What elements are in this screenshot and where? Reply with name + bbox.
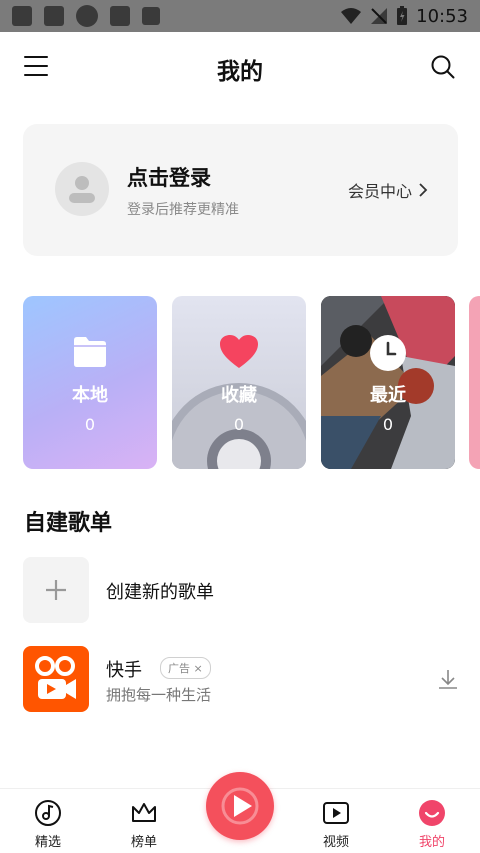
clock-text: 10:53 xyxy=(416,5,468,27)
wifi-icon xyxy=(341,8,362,24)
page-title: 我的 xyxy=(217,59,263,85)
close-icon[interactable]: × xyxy=(194,662,203,675)
video-icon xyxy=(323,802,349,824)
tile-label: 收藏 xyxy=(221,385,257,406)
nav-item-charts[interactable]: 榜单 xyxy=(114,799,174,850)
play-icon xyxy=(221,787,259,825)
add-playlist-thumb[interactable] xyxy=(23,557,89,623)
download-icon[interactable] xyxy=(437,668,459,690)
vip-center-label: 会员中心 xyxy=(347,182,412,201)
no-signal-icon xyxy=(371,8,388,24)
nav-item-featured[interactable]: 精选 xyxy=(18,799,78,850)
app-header: 我的 xyxy=(0,32,480,102)
status-bar: 10:53 xyxy=(0,0,480,32)
plus-icon xyxy=(46,580,66,600)
create-playlist-label[interactable]: 创建新的歌单 xyxy=(106,578,214,604)
user-avatar-icon[interactable] xyxy=(55,162,109,216)
notification-icon xyxy=(110,6,130,26)
tile-local[interactable]: 本地 0 xyxy=(23,296,157,469)
nav-label: 视频 xyxy=(322,835,349,850)
battery-icon xyxy=(397,6,408,25)
section-title: 自建歌单 xyxy=(24,511,113,536)
ad-badge-label: 广告 xyxy=(168,662,190,675)
chevron-right-icon xyxy=(419,183,428,197)
crown-icon xyxy=(132,803,156,822)
ad-subtitle: 拥抱每一种生活 xyxy=(106,686,212,704)
tile-label: 本地 xyxy=(72,385,108,406)
create-playlist-row[interactable]: 创建新的歌单 xyxy=(23,557,463,623)
clock-icon xyxy=(370,335,406,371)
notification-icon xyxy=(12,6,32,26)
search-icon[interactable] xyxy=(430,54,456,80)
music-disc-icon xyxy=(35,800,61,826)
notification-icon xyxy=(142,7,160,25)
app-notification-icon xyxy=(76,5,98,27)
folder-icon xyxy=(74,337,106,367)
play-button[interactable] xyxy=(206,772,274,840)
notification-icon xyxy=(44,6,64,26)
nav-item-mine[interactable]: 我的 xyxy=(402,799,462,850)
heart-icon xyxy=(220,335,258,368)
tile-recent[interactable]: 最近 0 xyxy=(321,296,455,469)
tile-next-peek[interactable] xyxy=(469,296,480,469)
tile-label: 最近 xyxy=(370,385,406,406)
smile-icon xyxy=(419,800,445,826)
nav-label: 榜单 xyxy=(130,835,157,850)
login-title[interactable]: 点击登录 xyxy=(127,162,211,192)
tile-count: 0 xyxy=(84,415,96,434)
nav-item-video[interactable]: 视频 xyxy=(306,799,366,850)
tile-count: 0 xyxy=(233,415,245,434)
nav-label: 精选 xyxy=(34,835,61,850)
ad-row[interactable]: 快手 广告 × 拥抱每一种生活 xyxy=(23,646,463,712)
ad-app-logo[interactable] xyxy=(23,646,89,712)
ad-title[interactable]: 快手 xyxy=(106,656,142,682)
nav-label: 我的 xyxy=(418,835,445,850)
vip-center-link[interactable]: 会员中心 xyxy=(348,178,428,202)
tile-count: 0 xyxy=(382,415,394,434)
tile-favorites[interactable]: 收藏 0 xyxy=(172,296,306,469)
login-card[interactable]: 点击登录 登录后推荐更精准 会员中心 xyxy=(23,124,458,256)
ad-badge[interactable]: 广告 × xyxy=(160,657,211,679)
app-logo-icon xyxy=(35,656,76,699)
login-subtitle: 登录后推荐更精准 xyxy=(127,202,239,218)
